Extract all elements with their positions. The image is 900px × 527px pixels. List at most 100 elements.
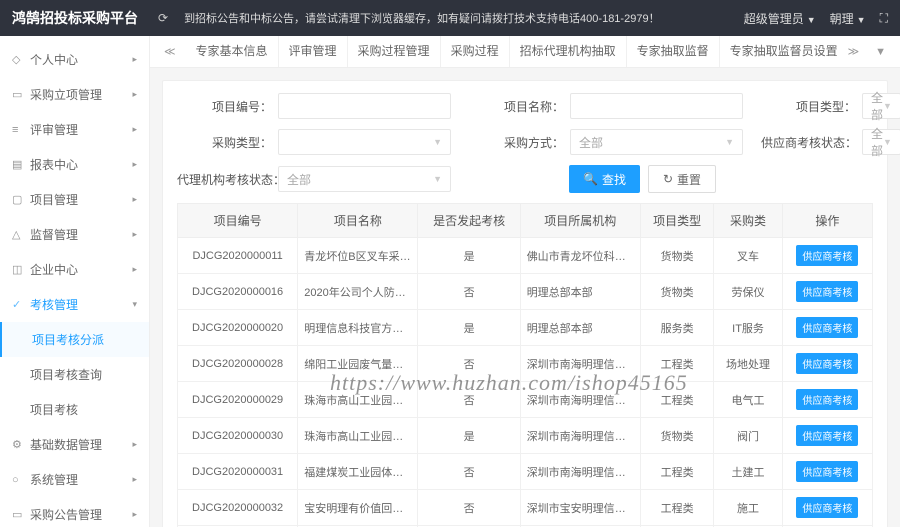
table-row: DJCG2020000020明理信息科技官方网...是明理总部本部服务类IT服务… bbox=[178, 310, 873, 346]
chevron-down-icon: ▼ bbox=[433, 174, 442, 184]
table-cell: 工程类 bbox=[640, 490, 713, 526]
table-cell: DJCG2020000011 bbox=[178, 238, 298, 274]
menu-icon: ▭ bbox=[12, 88, 24, 101]
select-project-type[interactable]: 全部▼ bbox=[862, 93, 900, 119]
table-cell: 是 bbox=[418, 418, 520, 454]
tab[interactable]: 评审管理 bbox=[279, 36, 348, 67]
tab[interactable]: 专家基本信息 bbox=[186, 36, 279, 67]
refresh-icon[interactable]: ⟳ bbox=[158, 11, 168, 25]
table-cell: 施工 bbox=[714, 490, 783, 526]
menu-icon: ✓ bbox=[12, 298, 24, 311]
tabs-scroll-right-icon[interactable]: ≫ bbox=[842, 45, 866, 58]
table-cell: 劳保仪 bbox=[714, 274, 783, 310]
select-purchase-type[interactable]: ▼ bbox=[278, 129, 451, 155]
sidebar-item-label: 项目考核 bbox=[30, 401, 78, 418]
table-cell: 场地处理 bbox=[714, 346, 783, 382]
table-row: DJCG20200000162020年公司个人防护...否明理总部本部货物类劳保… bbox=[178, 274, 873, 310]
sidebar-item-label: 考核管理 bbox=[30, 296, 78, 313]
row-action-button[interactable]: 供应商考核 bbox=[796, 245, 858, 266]
table-cell: 是 bbox=[418, 238, 520, 274]
row-action-button[interactable]: 供应商考核 bbox=[796, 353, 858, 374]
tab[interactable]: 专家抽取监督 bbox=[627, 36, 720, 67]
sidebar-item[interactable]: ◫企业中心▸ bbox=[0, 252, 149, 287]
table-cell: 服务类 bbox=[640, 310, 713, 346]
user-menu[interactable]: 超级管理员▼ bbox=[744, 10, 816, 27]
sidebar-item-label: 监督管理 bbox=[30, 226, 78, 243]
table-header: 项目所属机构 bbox=[520, 204, 640, 238]
table-cell: 货物类 bbox=[640, 274, 713, 310]
row-action-button[interactable]: 供应商考核 bbox=[796, 389, 858, 410]
tabs-scroll-left-icon[interactable]: ≪ bbox=[158, 45, 182, 58]
table-cell: 深圳市南海明理信息科技... bbox=[520, 346, 640, 382]
table-cell: DJCG2020000028 bbox=[178, 346, 298, 382]
scrolling-notice: 到招标公告和中标公告，请尝试清理下浏览器缓存，如有疑问请拨打技术支持电话400-… bbox=[184, 10, 744, 26]
chevron-icon: ▸ bbox=[132, 194, 137, 205]
row-action-button[interactable]: 供应商考核 bbox=[796, 317, 858, 338]
table-cell: 货物类 bbox=[640, 418, 713, 454]
select-agency-status[interactable]: 全部▼ bbox=[278, 166, 451, 192]
label-project-name: 项目名称： bbox=[469, 98, 564, 115]
chevron-down-icon: ▼ bbox=[433, 137, 442, 147]
sidebar-item[interactable]: ▭采购立项管理▸ bbox=[0, 77, 149, 112]
tab[interactable]: 采购过程管理 bbox=[348, 36, 441, 67]
sidebar-item-label: 企业中心 bbox=[30, 261, 78, 278]
table-header: 是否发起考核 bbox=[418, 204, 520, 238]
table-cell: 明理总部本部 bbox=[520, 310, 640, 346]
sidebar-item[interactable]: 项目考核查询 bbox=[0, 357, 149, 392]
table-cell: 供应商考核 bbox=[782, 238, 872, 274]
sidebar-item[interactable]: 项目考核分派 bbox=[0, 322, 149, 357]
sidebar: ◇个人中心▸▭采购立项管理▸≡评审管理▸▤报表中心▸▢项目管理▸ △ 监督管理 ▸ ◫企… bbox=[0, 36, 150, 527]
sidebar-item[interactable]: ▢项目管理▸ bbox=[0, 182, 149, 217]
row-action-button[interactable]: 供应商考核 bbox=[796, 425, 858, 446]
label-supplier-status: 供应商考核状态： bbox=[761, 134, 856, 151]
fullscreen-icon[interactable]: ⛶ bbox=[880, 11, 888, 26]
table-cell: 明理信息科技官方网... bbox=[298, 310, 418, 346]
sidebar-item[interactable]: 项目考核 bbox=[0, 392, 149, 427]
table-cell: 珠海市高山工业园管... bbox=[298, 418, 418, 454]
tab[interactable]: 采购过程 bbox=[441, 36, 510, 67]
sidebar-item[interactable]: ⚙基础数据管理▸ bbox=[0, 427, 149, 462]
chevron-icon: ▸ bbox=[132, 229, 137, 240]
table-cell: DJCG2020000016 bbox=[178, 274, 298, 310]
sidebar-item[interactable]: △ 监督管理 ▸ bbox=[0, 217, 149, 252]
table-cell: 供应商考核 bbox=[782, 418, 872, 454]
table-cell: 供应商考核 bbox=[782, 382, 872, 418]
table-row: DJCG2020000029珠海市高山工业园管...否深圳市南海明理信息科技..… bbox=[178, 382, 873, 418]
sidebar-item-label: 系统管理 bbox=[30, 471, 78, 488]
table-cell: 电气工 bbox=[714, 382, 783, 418]
input-project-name[interactable] bbox=[570, 93, 743, 119]
table-cell: 是 bbox=[418, 310, 520, 346]
select-purchase-method[interactable]: 全部▼ bbox=[570, 129, 743, 155]
table-cell: 供应商考核 bbox=[782, 454, 872, 490]
menu-icon: △ bbox=[12, 228, 24, 241]
table-cell: 深圳市南海明理信息科技... bbox=[520, 454, 640, 490]
input-project-no[interactable] bbox=[278, 93, 451, 119]
chevron-icon: ▸ bbox=[132, 509, 137, 520]
row-action-button[interactable]: 供应商考核 bbox=[796, 497, 858, 518]
chevron-down-icon: ▼ bbox=[883, 137, 892, 147]
menu-icon: ▭ bbox=[12, 508, 24, 521]
tabs-menu-icon[interactable]: ▼ bbox=[869, 46, 892, 58]
select-supplier-status[interactable]: 全部▼ bbox=[862, 129, 900, 155]
chevron-icon: ▸ bbox=[132, 54, 137, 65]
row-action-button[interactable]: 供应商考核 bbox=[796, 281, 858, 302]
tab[interactable]: 招标代理机构抽取 bbox=[510, 36, 627, 67]
sidebar-item[interactable]: ▤报表中心▸ bbox=[0, 147, 149, 182]
sidebar-item[interactable]: ✓考核管理▾ bbox=[0, 287, 149, 322]
label-purchase-method: 采购方式： bbox=[469, 134, 564, 151]
tab[interactable]: 专家抽取监督员设置 bbox=[720, 36, 838, 67]
sidebar-item[interactable]: ≡评审管理▸ bbox=[0, 112, 149, 147]
reset-button[interactable]: ↻重置 bbox=[648, 165, 716, 193]
row-action-button[interactable]: 供应商考核 bbox=[796, 461, 858, 482]
sidebar-item[interactable]: ○系统管理▸ bbox=[0, 462, 149, 497]
sidebar-item[interactable]: ▭采购公告管理▸ bbox=[0, 497, 149, 527]
sidebar-item-label: 报表中心 bbox=[30, 156, 78, 173]
table-cell: 阀门 bbox=[714, 418, 783, 454]
sidebar-item[interactable]: ◇个人中心▸ bbox=[0, 42, 149, 77]
table-cell: 否 bbox=[418, 346, 520, 382]
table-cell: 否 bbox=[418, 274, 520, 310]
skin-menu[interactable]: 朝理▼ bbox=[830, 10, 866, 27]
table-cell: DJCG2020000029 bbox=[178, 382, 298, 418]
table-cell: IT服务 bbox=[714, 310, 783, 346]
search-button[interactable]: 🔍查找 bbox=[569, 165, 640, 193]
